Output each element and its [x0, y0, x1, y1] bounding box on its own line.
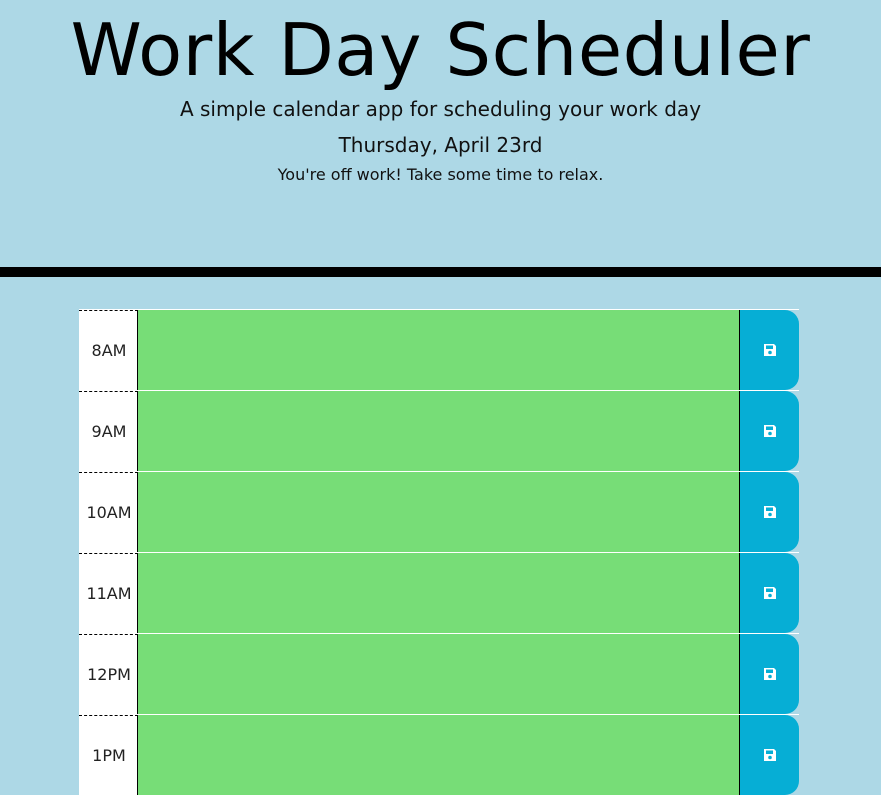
time-block-row: 9AM [79, 390, 799, 471]
save-button[interactable] [739, 310, 799, 390]
header: Work Day Scheduler A simple calendar app… [0, 0, 881, 267]
event-description-input[interactable] [138, 715, 739, 795]
save-icon [763, 506, 776, 518]
schedule-container: 8AM 9AM 10AM 11AM 12PM 1PM [79, 309, 799, 795]
header-divider [0, 267, 881, 277]
current-date: Thursday, April 23rd [338, 133, 543, 157]
time-block-row: 1PM [79, 714, 799, 795]
hour-label: 1PM [79, 715, 138, 795]
save-icon [763, 587, 776, 599]
save-button[interactable] [739, 634, 799, 714]
hour-label: 12PM [79, 634, 138, 714]
time-block-row: 8AM [79, 309, 799, 390]
save-button[interactable] [739, 715, 799, 795]
time-block-row: 12PM [79, 633, 799, 714]
save-button[interactable] [739, 391, 799, 471]
save-button[interactable] [739, 472, 799, 552]
save-icon [763, 668, 776, 680]
event-description-input[interactable] [138, 634, 739, 714]
event-description-input[interactable] [138, 391, 739, 471]
hour-label: 9AM [79, 391, 138, 471]
time-block-row: 11AM [79, 552, 799, 633]
save-icon [763, 425, 776, 437]
time-block-row: 10AM [79, 471, 799, 552]
page-subtitle: A simple calendar app for scheduling you… [179, 97, 702, 121]
event-description-input[interactable] [138, 310, 739, 390]
save-icon [763, 344, 776, 356]
hour-label: 8AM [79, 310, 138, 390]
work-status-message: You're off work! Take some time to relax… [277, 165, 604, 184]
page-title: Work Day Scheduler [70, 8, 811, 92]
event-description-input[interactable] [138, 553, 739, 633]
hour-label: 10AM [79, 472, 138, 552]
hour-label: 11AM [79, 553, 138, 633]
save-icon [763, 749, 776, 761]
event-description-input[interactable] [138, 472, 739, 552]
save-button[interactable] [739, 553, 799, 633]
